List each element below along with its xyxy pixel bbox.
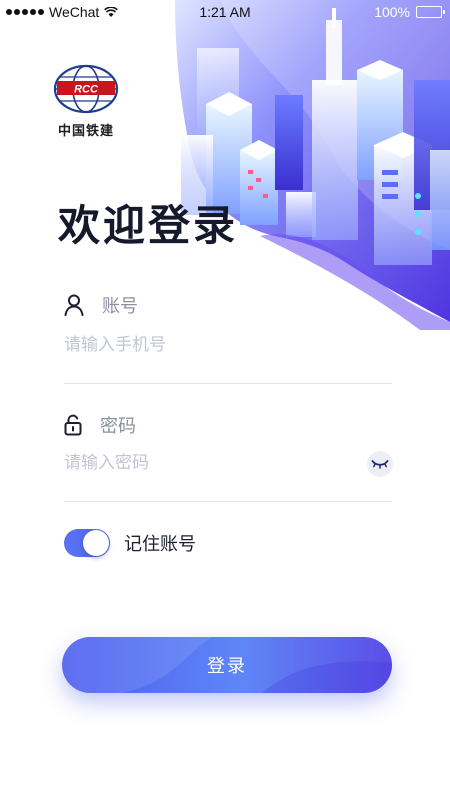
- battery-percent: 100%: [374, 4, 410, 20]
- company-logo: RCC 中国铁建: [50, 64, 122, 139]
- user-icon: [64, 294, 84, 316]
- account-divider: [64, 383, 392, 384]
- password-visibility-toggle[interactable]: [367, 451, 393, 477]
- remember-account-label: 记住账号: [124, 534, 196, 555]
- account-input[interactable]: [64, 330, 360, 360]
- password-input[interactable]: [64, 448, 354, 478]
- password-label: 密码: [100, 416, 136, 437]
- lock-icon: [64, 414, 82, 436]
- page-title: 欢迎登录: [58, 201, 239, 250]
- eye-closed-icon: [371, 460, 389, 469]
- account-label-row: 账号: [64, 292, 138, 318]
- login-button[interactable]: 登录: [62, 637, 392, 693]
- password-divider: [64, 501, 392, 502]
- toggle-knob: [83, 530, 109, 556]
- password-label-row: 密码: [64, 412, 136, 438]
- status-right: 100%: [374, 4, 445, 20]
- remember-account-row: 记住账号: [64, 529, 196, 557]
- status-bar: WeChat 1:21 AM 100%: [0, 0, 450, 24]
- company-name: 中国铁建: [57, 124, 114, 139]
- remember-account-toggle[interactable]: [64, 529, 110, 557]
- account-label: 账号: [102, 296, 138, 317]
- battery-icon: [416, 6, 445, 18]
- crcc-emblem-icon: RCC: [53, 64, 119, 114]
- emblem-text: RCC: [74, 84, 99, 96]
- login-label: 登录: [207, 656, 247, 677]
- city-illustration: [175, 0, 450, 330]
